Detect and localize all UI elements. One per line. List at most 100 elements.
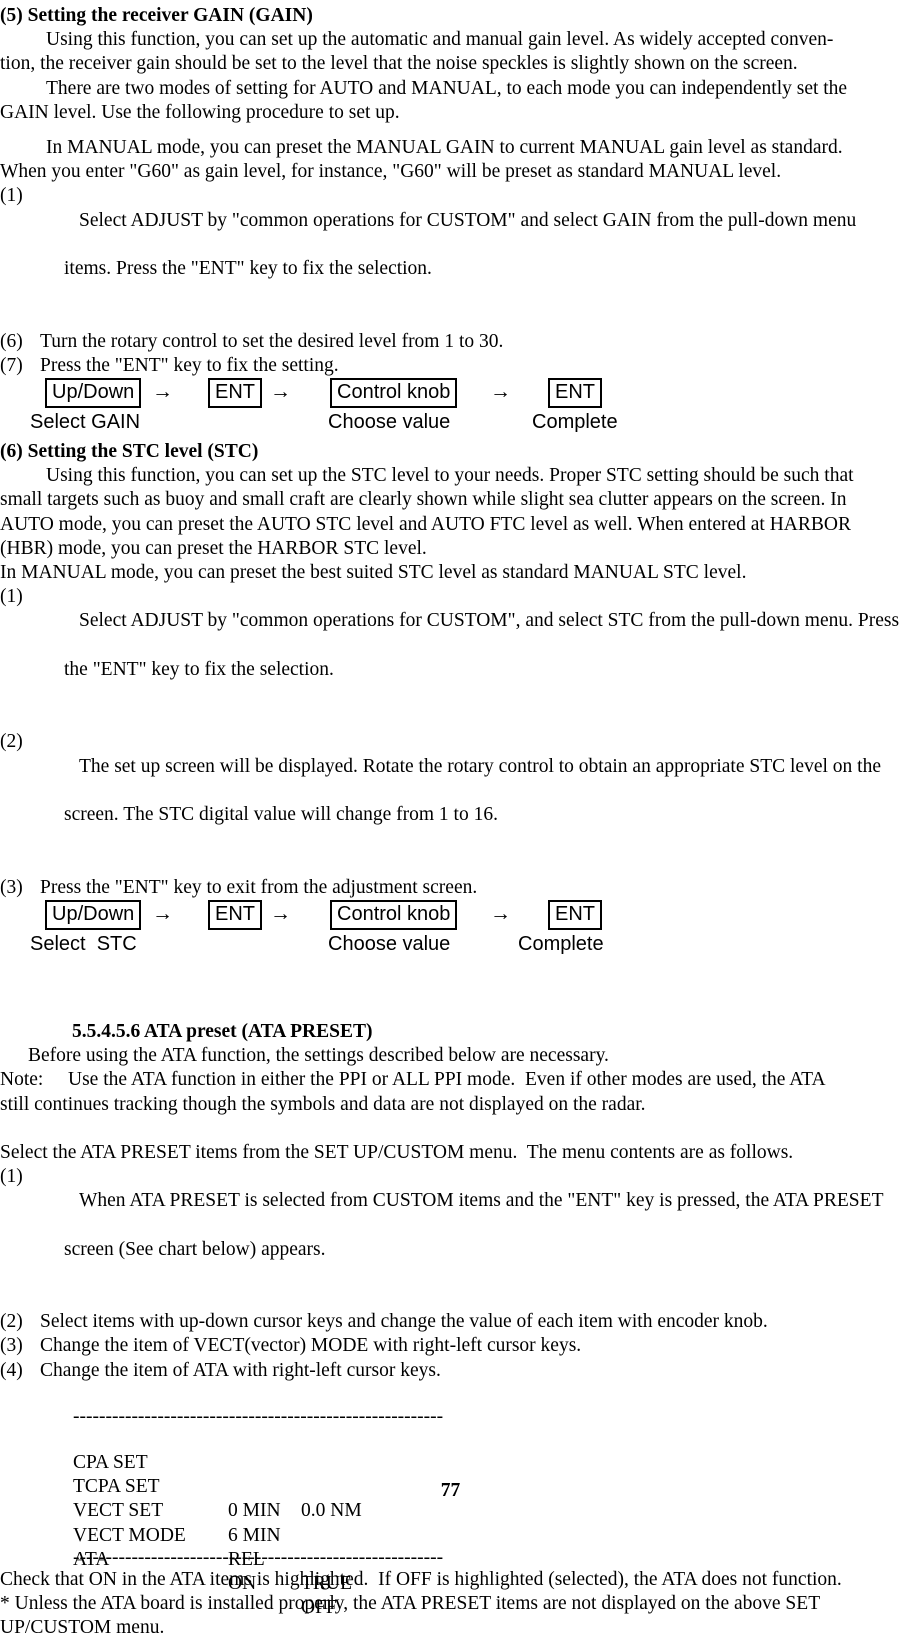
ata-step-1-continuation: screen (See chart below) appears.	[64, 1238, 326, 1260]
stc-step-1-main: Select ADJUST by "common operations for …	[79, 610, 900, 632]
stc-step-3-text: Press the "ENT" key to exit from the adj…	[40, 876, 478, 898]
gain-step-6-text: Turn the rotary control to set the desir…	[40, 330, 504, 352]
ata-footer-line-3: UP/CUSTOM menu.	[0, 1617, 165, 1639]
stc-step-1-continuation: the "ENT" key to fix the selection.	[64, 658, 334, 680]
heading-stc: (6) Setting the STC level (STC)	[0, 441, 259, 463]
gain-step-6-number: (6)	[0, 330, 23, 352]
ata-note-line-2: still continues tracking though the symb…	[0, 1093, 646, 1115]
gain-paragraph-3-line-2: When you enter "G60" as gain level, for …	[0, 161, 782, 183]
stc-step-1: (1) Select ADJUST by "common operations …	[0, 585, 901, 730]
ata-step-2: (2) Select items with up-down cursor key…	[0, 1310, 901, 1334]
key-box-ent-3[interactable]: ENT	[208, 899, 262, 930]
stc-paragraph-1-line-3: AUTO mode, you can preset the AUTO STC l…	[0, 513, 851, 535]
gain-step-1-main: Select ADJUST by "common operations for …	[79, 209, 857, 231]
document-page: (5) Setting the receiver GAIN (GAIN) Usi…	[0, 0, 901, 1638]
ata-step-3: (3) Change the item of VECT(vector) MODE…	[0, 1334, 901, 1358]
ata-footer-line-1: Check that ON in the ATA items is highli…	[0, 1568, 842, 1590]
page-number: 77	[440, 1480, 461, 1501]
stc-step-3-number: (3)	[0, 876, 23, 898]
key-label-complete: Complete	[532, 411, 618, 434]
stc-step-3: (3) Press the "ENT" key to exit from the…	[0, 876, 901, 900]
chart-row-value-2: OFF	[301, 1597, 337, 1619]
key-label-choose-value: Choose value	[328, 411, 451, 434]
arrow-icon-6: →	[490, 900, 511, 925]
stc-step-2-main: The set up screen will be displayed. Rot…	[79, 755, 881, 777]
stc-paragraph-1-line-2: small targets such as buoy and small cra…	[0, 489, 847, 511]
key-label-select-stc: Select STC	[30, 932, 137, 955]
key-label-complete-2: Complete	[518, 932, 604, 955]
arrow-icon-1: →	[152, 379, 173, 404]
chart-row-value-1: ON	[228, 1572, 257, 1594]
key-box-control-knob[interactable]: Control knob	[330, 378, 458, 409]
ata-step-4-number: (4)	[0, 1359, 23, 1381]
ata-note-label: Note:	[0, 1069, 44, 1091]
ata-step-1-main: When ATA PRESET is selected from CUSTOM …	[79, 1190, 884, 1212]
stc-step-1-text: Select ADJUST by "common operations for …	[40, 585, 901, 730]
stc-paragraph-1-line-1: Using this function, you can set up the …	[46, 465, 854, 487]
stc-step-2-text: The set up screen will be displayed. Rot…	[40, 730, 901, 875]
chart-row-cpa-set: CPA SET 0.0 NM	[73, 1427, 901, 1521]
key-box-control-knob-2[interactable]: Control knob	[330, 899, 458, 930]
key-box-ent-1[interactable]: ENT	[208, 378, 262, 409]
heading-ata-preset: 5.5.4.5.6 ATA preset (ATA PRESET)	[72, 1020, 373, 1042]
key-box-ent-2[interactable]: ENT	[548, 378, 602, 409]
key-label-choose-value-2: Choose value	[328, 932, 451, 955]
stc-step-2: (2) The set up screen will be displayed.…	[0, 730, 901, 875]
ata-note-text: Use the ATA function in either the PPI o…	[68, 1069, 826, 1091]
key-label-select-gain: Select GAIN	[30, 411, 141, 434]
gain-step-7-number: (7)	[0, 354, 23, 376]
ata-step-3-text: Change the item of VECT(vector) MODE wit…	[40, 1335, 582, 1357]
stc-key-sequence-diagram: Up/Down → ENT → Control knob → ENT Selec…	[0, 899, 901, 962]
arrow-icon-4: →	[152, 900, 173, 925]
ata-step-1-number: (1)	[0, 1165, 23, 1187]
gain-key-sequence-diagram: Up/Down → ENT → Control knob → ENT Selec…	[0, 378, 901, 440]
stc-paragraph-1-line-4: (HBR) mode, you can preset the HARBOR ST…	[0, 537, 427, 559]
chart-rule-bottom: ----------------------------------------…	[73, 1547, 444, 1568]
gain-paragraph-3-line-1: In MANUAL mode, you can preset the MANUA…	[46, 137, 843, 159]
arrow-icon-3: →	[490, 379, 511, 404]
stc-step-1-number: (1)	[0, 586, 23, 608]
arrow-icon-5: →	[270, 900, 291, 925]
gain-paragraph-1-line-1: Using this function, you can set up the …	[46, 29, 834, 51]
gain-step-1-number: (1)	[0, 185, 23, 207]
gain-paragraph-2-line-1: There are two modes of setting for AUTO …	[46, 77, 848, 99]
chart-rule-top: ----------------------------------------…	[73, 1406, 444, 1427]
ata-note: Note: Use the ATA function in either the…	[0, 1068, 901, 1092]
stc-step-2-continuation: screen. The STC digital value will chang…	[64, 804, 498, 826]
ata-step-4-text: Change the item of ATA with right-left c…	[40, 1359, 441, 1381]
ata-intro: Before using the ATA function, the setti…	[28, 1045, 609, 1067]
chart-row-value-2: TRUE	[301, 1572, 352, 1594]
key-box-up-down-2[interactable]: Up/Down	[45, 899, 142, 930]
stc-paragraph-2: In MANUAL mode, you can preset the best …	[0, 562, 747, 584]
ata-step-3-number: (3)	[0, 1335, 23, 1357]
arrow-icon-2: →	[270, 379, 291, 404]
page-content: (5) Setting the receiver GAIN (GAIN) Usi…	[0, 4, 901, 1640]
chart-row-tcpa-set: TCPA SET 0 MIN	[73, 1451, 901, 1521]
chart-row-ata: ATA ON OFF	[73, 1524, 901, 1618]
chart-row-value-1: REL	[228, 1548, 265, 1570]
key-box-up-down[interactable]: Up/Down	[45, 378, 142, 409]
chart-row-label: ATA	[73, 1548, 110, 1570]
ata-step-1: (1) When ATA PRESET is selected from CUS…	[0, 1165, 901, 1310]
ata-select-line: Select the ATA PRESET items from the SET…	[0, 1141, 794, 1163]
gain-step-1: (1) Select ADJUST by "common operations …	[0, 184, 901, 329]
ata-step-2-number: (2)	[0, 1311, 23, 1333]
gain-step-6: (6) Turn the rotary control to set the d…	[0, 330, 901, 354]
stc-step-2-number: (2)	[0, 731, 23, 753]
gain-paragraph-2-line-2: GAIN level. Use the following procedure …	[0, 101, 400, 123]
gain-step-1-text: Select ADJUST by "common operations for …	[40, 184, 901, 329]
gain-step-7: (7) Press the "ENT" key to fix the setti…	[0, 354, 901, 378]
key-box-ent-4[interactable]: ENT	[548, 899, 602, 930]
gain-step-7-text: Press the "ENT" key to fix the setting.	[40, 354, 339, 376]
ata-step-4: (4) Change the item of ATA with right-le…	[0, 1359, 901, 1383]
chart-row-vect-mode: VECT MODE REL TRUE	[73, 1499, 901, 1594]
heading-gain: (5) Setting the receiver GAIN (GAIN)	[0, 5, 313, 26]
ata-footer-line-2: * Unless the ATA board is installed prop…	[0, 1592, 821, 1614]
gain-step-1-continuation: items. Press the "ENT" key to fix the se…	[64, 258, 432, 280]
ata-step-2-text: Select items with up-down cursor keys an…	[40, 1311, 768, 1333]
ata-step-1-text: When ATA PRESET is selected from CUSTOM …	[40, 1165, 901, 1310]
gain-paragraph-1-line-2: tion, the receiver gain should be set to…	[0, 53, 798, 75]
